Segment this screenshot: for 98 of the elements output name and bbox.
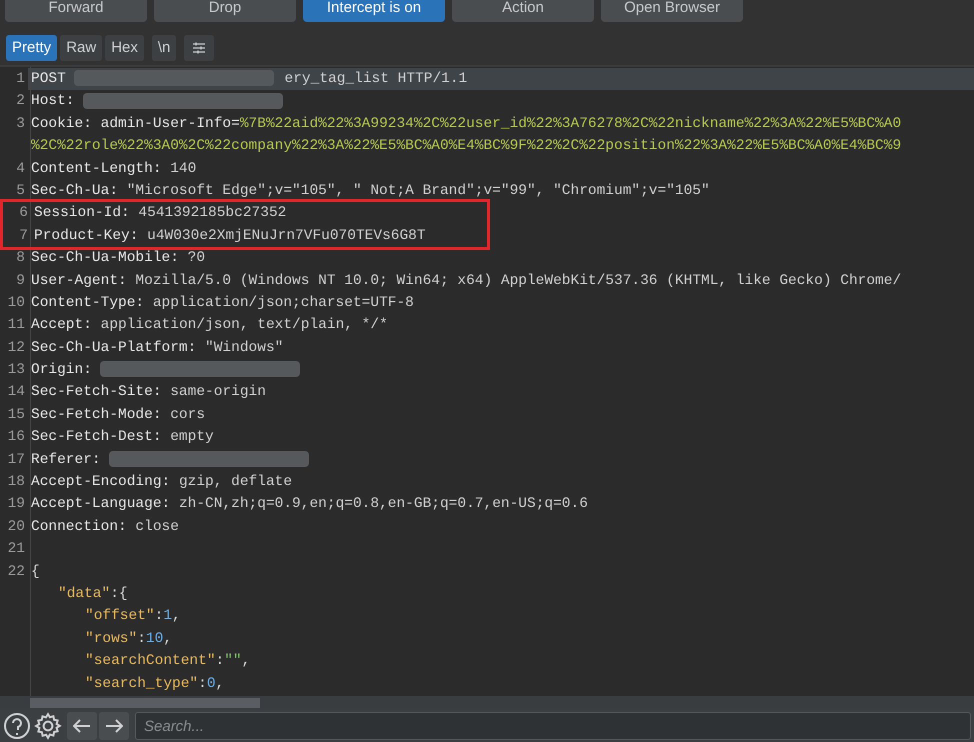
line-number: 15 — [8, 406, 25, 423]
header-name: Connection: — [31, 518, 127, 535]
line-number: 1 — [16, 71, 25, 87]
toolbar-button[interactable]: Drop — [154, 0, 296, 22]
line-number: 10 — [8, 294, 25, 311]
code-token: , — [172, 608, 181, 624]
code-token: "Microsoft Edge";v="105", " Not;A Brand";v="99", "Chromium";v="105" — [126, 182, 710, 199]
view-tab[interactable]: \n — [152, 35, 176, 61]
line-number: 20 — [8, 518, 25, 535]
code-token: "data" — [58, 586, 110, 602]
back-button[interactable] — [67, 712, 97, 740]
code-token: 4541392185bc27352 — [138, 205, 286, 222]
code-token: : — [216, 653, 224, 670]
view-tab[interactable]: Hex — [105, 35, 144, 61]
code-token: "offset" — [85, 608, 155, 624]
code-token: , — [163, 630, 172, 647]
toolbar-button[interactable]: Forward — [5, 0, 147, 22]
code-token: Mozilla/5.0 (Windows NT 10.0; Win64; x64) AppleWebKit/537.36 (KHTML, like Gecko) Chrome/ — [135, 272, 902, 289]
line-number: 2 — [16, 93, 25, 110]
code-token: "" — [224, 653, 242, 670]
line-number: 8 — [16, 250, 25, 266]
toolbar-button[interactable]: Action — [452, 0, 594, 22]
line-number: 19 — [8, 496, 25, 512]
line-number: 18 — [8, 474, 25, 490]
toolbar-button[interactable]: Open Browser — [601, 0, 743, 22]
forward-button[interactable] — [99, 712, 129, 740]
code-token: application/json, text/plain, */* — [100, 317, 388, 334]
header-name: Host: — [31, 93, 75, 110]
code-token: zh-CN,zh;q=0.9,en;q=0.8,en-GB;q=0.7,en-US;q=0.6 — [178, 496, 588, 512]
code-token: 0 — [206, 676, 216, 692]
settings-icon[interactable] — [33, 711, 63, 741]
toolbar-button[interactable]: Intercept is on — [303, 0, 445, 22]
line-number: 11 — [8, 317, 25, 334]
code-token: ?0 — [188, 250, 206, 266]
code-token: %7B%22aid%22%3A99234%2C%22user_id%22%3A76278%2C%22nickname%22%3A%22%E5%BC%A0 — [240, 116, 902, 132]
code-token: 10 — [146, 630, 164, 647]
code-token: : — [154, 608, 164, 624]
code-token: :{ — [110, 586, 128, 602]
header-name: Sec-Fetch-Site: — [31, 384, 162, 400]
header-name: Sec-Ch-Ua-Platform: — [31, 340, 196, 356]
code-token: ery_tag_list HTTP/1.1 — [284, 71, 468, 87]
header-name: Sec-Fetch-Mode: — [31, 406, 162, 423]
header-name: Sec-Ch-Ua-Mobile: — [31, 250, 179, 266]
right-arrow-icon — [105, 719, 123, 733]
line-number: 21 — [8, 541, 25, 558]
header-name: Content-Type: — [31, 294, 144, 311]
code-token: : — [137, 630, 146, 647]
header-name: Sec-Fetch-Dest: — [31, 429, 162, 446]
line-number: 16 — [8, 429, 25, 446]
code-token: u4W030e2XmjENuJrn7VFu070TEVs6G8T — [147, 228, 426, 244]
header-name: Sec-Ch-Ua: — [31, 182, 118, 199]
code-token: "searchContent" — [85, 653, 216, 670]
code-token: %2C%22role%22%3A0%2C%22company%22%3A%22%E5%BC%A0%E4%BC%9F%22%2C%22position%22%3A%22%E5%BC%A0%E4%BC%9 — [31, 138, 902, 154]
view-tab[interactable]: Raw — [60, 35, 102, 61]
header-name: POST — [31, 71, 66, 87]
code-token: , — [242, 653, 250, 670]
header-name: Cookie: admin-User-Info= — [31, 116, 240, 132]
code-token: same-origin — [170, 384, 266, 400]
header-name: User-Agent: — [31, 272, 127, 289]
code-token: "Windows" — [205, 340, 284, 356]
code-token: application/json;charset=UTF-8 — [152, 294, 414, 311]
line-number: 5 — [16, 182, 25, 199]
scrollbar-thumb[interactable] — [30, 698, 260, 708]
search-field[interactable]: Search... — [135, 712, 971, 740]
sliders-icon — [192, 42, 206, 54]
code-token: close — [135, 518, 179, 535]
header-name: Accept-Encoding: — [31, 474, 170, 490]
line-number: 12 — [8, 340, 25, 356]
line-number: 17 — [8, 452, 25, 468]
line-number: 4 — [16, 160, 25, 177]
code-token: 140 — [170, 160, 196, 177]
view-tab[interactable]: Pretty — [6, 35, 58, 61]
options-button[interactable] — [184, 35, 214, 61]
line-number: 3 — [16, 116, 25, 132]
line-number: 6 — [19, 205, 28, 222]
code-token: "rows" — [85, 630, 138, 647]
help-icon[interactable] — [3, 712, 31, 740]
header-name: Product-Key: — [34, 228, 138, 244]
line-number: 14 — [8, 384, 25, 400]
code-token: "search_type" — [85, 676, 198, 692]
line-number: 7 — [19, 228, 28, 244]
line-number: 9 — [16, 272, 25, 289]
header-name: Accept-Language: — [31, 496, 170, 512]
line-number: 22 — [8, 564, 25, 580]
code-token: : — [198, 676, 207, 692]
header-name: Content-Length: — [31, 160, 162, 177]
code-token: empty — [170, 429, 214, 446]
left-arrow-icon — [73, 719, 91, 733]
code-token: cors — [170, 406, 206, 423]
header-name: Session-Id: — [34, 205, 130, 222]
code-token: , — [216, 676, 224, 692]
header-name: Origin: — [31, 362, 92, 378]
code-token: { — [31, 564, 40, 580]
code-token: gzip, deflate — [178, 474, 292, 490]
header-name: Referer: — [31, 452, 101, 468]
code-token: 1 — [163, 608, 172, 624]
line-number: 13 — [8, 362, 25, 378]
header-name: Accept: — [31, 317, 92, 334]
